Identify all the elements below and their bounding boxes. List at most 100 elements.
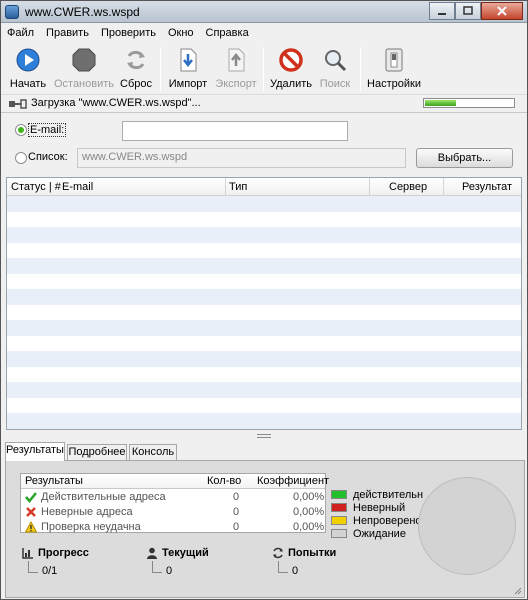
warning-icon <box>25 521 37 533</box>
table-row[interactable] <box>7 304 521 320</box>
tree-connector <box>152 561 162 573</box>
table-row[interactable] <box>7 413 521 429</box>
menu-help[interactable]: Справка <box>206 27 249 39</box>
status-text: Загрузка "www.CWER.ws.wspd"... <box>31 97 201 109</box>
reset-button[interactable]: Сброс <box>117 45 155 93</box>
column-divider[interactable] <box>369 178 370 196</box>
maximize-icon <box>463 6 473 15</box>
email-results-grid[interactable]: Статус | # E-mail Тип Сервер Результат <box>6 177 522 430</box>
toolbar-separator <box>360 47 361 91</box>
tab-details[interactable]: Подробнее <box>67 444 127 461</box>
table-row[interactable] <box>7 397 521 413</box>
table-row[interactable] <box>7 289 521 305</box>
export-label: Экспорт <box>215 78 257 90</box>
results-pie-chart <box>418 477 516 575</box>
header-count: Кол-во <box>207 475 242 487</box>
column-result[interactable]: Результат <box>462 181 512 193</box>
grid-rows <box>7 196 521 429</box>
tab-results[interactable]: Результаты <box>5 442 65 461</box>
table-row[interactable] <box>7 196 521 212</box>
results-count: 0 <box>233 506 240 518</box>
legend-label: Ожидание <box>353 528 406 540</box>
maximize-button[interactable] <box>455 2 481 20</box>
table-row[interactable] <box>7 227 521 243</box>
results-row-failed: Проверка неудачна 0 0,00% <box>21 519 325 534</box>
table-row[interactable] <box>7 242 521 258</box>
window-controls <box>429 2 523 20</box>
refresh-icon <box>127 50 145 70</box>
progress-icon <box>22 548 33 559</box>
tree-connector <box>28 561 38 573</box>
settings-switch-icon <box>385 48 403 72</box>
import-label: Импорт <box>168 78 208 90</box>
header-ratio: Коэффициент <box>257 475 330 487</box>
list-path-field[interactable]: www.CWER.ws.wspd <box>77 148 406 168</box>
list-label: Список: <box>28 151 68 163</box>
results-table-header: Результаты Кол-во Коэффициент <box>21 474 329 489</box>
email-label: E-mail: <box>28 123 67 137</box>
table-row[interactable] <box>7 258 521 274</box>
results-ratio: 0,00% <box>293 491 325 503</box>
current-label: Текущий <box>162 547 209 559</box>
delete-button[interactable]: Удалить <box>269 45 313 93</box>
window-title: www.CWER.ws.wspd <box>25 5 140 19</box>
column-email[interactable]: E-mail <box>62 181 93 193</box>
search-label: Поиск <box>319 78 351 90</box>
stop-label: Остановить <box>53 78 115 90</box>
table-row[interactable] <box>7 273 521 289</box>
legend-swatch <box>331 490 347 499</box>
legend-swatch <box>331 529 347 538</box>
export-button[interactable]: Экспорт <box>213 45 259 93</box>
menu-edit[interactable]: Править <box>46 27 89 39</box>
splitter-grip-icon[interactable] <box>257 434 271 438</box>
start-button[interactable]: Начать <box>7 45 49 93</box>
tree-connector <box>278 561 288 573</box>
choose-file-button[interactable]: Выбрать... <box>416 148 513 168</box>
results-summary-table: Результаты Кол-во Коэффициент Действител… <box>20 473 329 534</box>
status-line: Загрузка "www.CWER.ws.wspd"... <box>1 95 527 113</box>
close-button[interactable] <box>481 2 523 20</box>
toolbar-separator <box>160 47 161 91</box>
legend-swatch <box>331 503 347 512</box>
menu-window[interactable]: Окно <box>168 27 194 39</box>
results-count: 0 <box>233 521 240 533</box>
table-row[interactable] <box>7 366 521 382</box>
tab-console[interactable]: Консоль <box>129 444 177 461</box>
import-button[interactable]: Импорт <box>167 45 209 93</box>
results-row-invalid: Неверные адреса 0 0,00% <box>21 504 325 519</box>
attempts-label: Попытки <box>288 547 337 559</box>
resize-grip-icon[interactable] <box>512 585 522 595</box>
column-status[interactable]: Статус | # <box>11 181 61 193</box>
list-radio[interactable] <box>15 152 27 164</box>
table-row[interactable] <box>7 382 521 398</box>
close-icon <box>497 6 507 16</box>
email-field[interactable] <box>122 121 348 141</box>
attempts-value: 0 <box>292 565 299 577</box>
toolbar-separator <box>263 47 264 91</box>
legend-label: Неверный <box>353 502 406 514</box>
panel-splitter[interactable] <box>1 430 527 442</box>
column-divider[interactable] <box>443 178 444 196</box>
legend-label: Непроверено <box>353 515 422 527</box>
stop-button[interactable]: Остановить <box>53 45 115 93</box>
results-row-valid: Действительные адреса 0 0,00% <box>21 489 325 504</box>
reset-label: Сброс <box>120 78 152 90</box>
menu-bar: Файл Править Проверить Окно Справка <box>1 23 527 43</box>
results-count: 0 <box>233 491 240 503</box>
minimize-button[interactable] <box>429 2 455 20</box>
search-button[interactable]: Поиск <box>317 45 353 93</box>
column-divider[interactable] <box>225 178 226 196</box>
column-server[interactable]: Сервер <box>389 181 427 193</box>
table-row[interactable] <box>7 320 521 336</box>
email-radio[interactable] <box>15 124 27 136</box>
settings-button[interactable]: Настройки <box>367 45 421 93</box>
table-row[interactable] <box>7 211 521 227</box>
column-type[interactable]: Тип <box>229 181 247 193</box>
title-bar[interactable]: www.CWER.ws.wspd <box>1 1 527 23</box>
table-row[interactable] <box>7 335 521 351</box>
menu-check[interactable]: Проверить <box>101 27 156 39</box>
table-row[interactable] <box>7 351 521 367</box>
toolbar: Начать Остановить Сброс Импорт Экспорт У… <box>1 43 527 95</box>
prohibit-icon <box>279 48 303 72</box>
menu-file[interactable]: Файл <box>7 27 34 39</box>
